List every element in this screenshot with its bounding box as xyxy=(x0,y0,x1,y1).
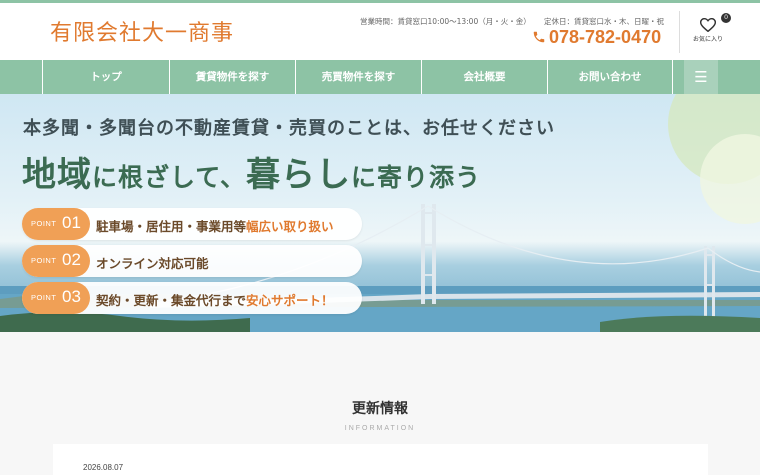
point-word: POINT xyxy=(31,256,57,265)
point-number: 02 xyxy=(62,250,81,269)
point-word: POINT xyxy=(31,219,57,228)
point-text-emphasis: 安心サポート！ xyxy=(246,293,334,308)
point-text: オンライン対応可能 xyxy=(96,253,209,272)
hero-headline: 地域に根ざして、暮らしに寄り添う xyxy=(22,147,481,196)
news-date: 2026.08.07 xyxy=(83,463,124,472)
point-tag: POINT 03 xyxy=(22,282,90,314)
headline-part-3: 暮らし xyxy=(246,155,352,195)
nav-item-top[interactable]: トップ xyxy=(42,60,169,94)
point-text-main: オンライン対応可能 xyxy=(96,256,209,271)
main-nav: トップ 賃貸物件を探す 売買物件を探す 会社概要 お問い合わせ ☰ xyxy=(0,60,760,94)
point-03: POINT 03 契約・更新・集金代行まで安心サポート！ xyxy=(22,282,362,314)
point-text-emphasis: 幅広い取り扱い xyxy=(246,219,334,234)
heart-icon: 0 xyxy=(699,13,731,33)
nav-item-contact[interactable]: お問い合わせ xyxy=(547,60,673,94)
headline-part-4: に寄り添う xyxy=(351,163,482,192)
news-section: 更新情報 INFORMATION 2026.08.07 xyxy=(0,332,760,475)
favorites-count-badge: 0 xyxy=(721,13,731,23)
header-divider xyxy=(679,11,680,53)
point-word: POINT xyxy=(31,293,57,302)
point-text-main: 駐車場・居住用・事業用等 xyxy=(96,219,247,234)
business-hours: 営業時間：賃貸窓口10:00〜13:00（月・火・金） xyxy=(360,17,531,26)
point-number: 01 xyxy=(62,213,81,232)
nav-item-company[interactable]: 会社概要 xyxy=(421,60,547,94)
phone-icon xyxy=(533,31,545,43)
point-tag: POINT 02 xyxy=(22,245,90,277)
point-text: 契約・更新・集金代行まで安心サポート！ xyxy=(96,290,334,309)
favorites-button[interactable]: 0 お気に入り xyxy=(688,13,731,43)
news-subtitle: INFORMATION xyxy=(344,425,416,432)
point-tag: POINT 01 xyxy=(22,208,90,240)
hero-banner: 本多聞・多聞台の不動産賃貸・売買のことは、お任せください 地域に根ざして、暮らし… xyxy=(0,94,760,332)
headline-part-2: に根ざして、 xyxy=(92,163,247,192)
point-text-main: 契約・更新・集金代行まで xyxy=(96,293,247,308)
phone-number[interactable]: 078-782-0470 xyxy=(532,27,661,48)
hamburger-menu-icon[interactable]: ☰ xyxy=(684,60,718,94)
point-01: POINT 01 駐車場・居住用・事業用等幅広い取り扱い xyxy=(22,208,362,240)
point-number: 03 xyxy=(62,287,81,306)
headline-part-1: 地域 xyxy=(22,155,92,195)
hero-subtitle: 本多聞・多聞台の不動産賃貸・売買のことは、お任せください xyxy=(23,118,555,139)
point-text: 駐車場・居住用・事業用等幅広い取り扱い xyxy=(96,216,334,235)
nav-item-sale-search[interactable]: 売買物件を探す xyxy=(295,60,421,94)
news-title: 更新情報 xyxy=(352,401,408,417)
nav-item-rental-search[interactable]: 賃貸物件を探す xyxy=(169,60,295,94)
site-header: 有限会社大一商事 営業時間：賃貸窓口10:00〜13:00（月・火・金） 定休日… xyxy=(0,3,760,60)
favorites-label: お気に入り xyxy=(692,36,723,43)
closed-days: 定休日：賃貸窓口水・木、日曜・祝 xyxy=(544,17,664,26)
news-list-item[interactable]: 2026.08.07 xyxy=(53,444,708,475)
phone-number-text: 078-782-0470 xyxy=(549,27,662,47)
company-logo[interactable]: 有限会社大一商事 xyxy=(50,15,234,47)
point-02: POINT 02 オンライン対応可能 xyxy=(22,245,362,277)
